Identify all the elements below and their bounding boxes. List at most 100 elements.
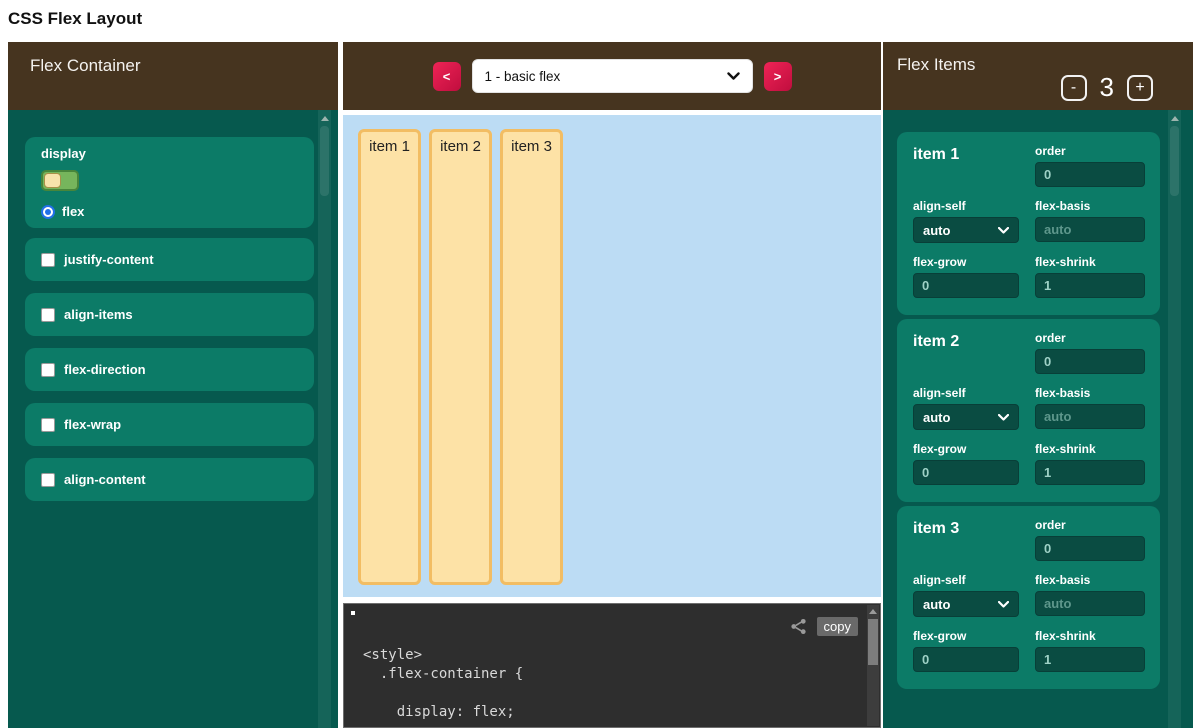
flex-basis-label: flex-basis xyxy=(1035,573,1145,587)
page-title: CSS Flex Layout xyxy=(8,9,142,29)
flex-basis-input[interactable] xyxy=(1035,217,1145,242)
item-3-card: item 3 order align-self auto flex-basis xyxy=(897,506,1160,689)
align-self-value: auto xyxy=(923,223,998,238)
preview-panel: < 1 - basic flex > item 1 item 2 item 3 … xyxy=(343,42,881,728)
flex-wrap-label: flex-wrap xyxy=(64,417,121,432)
align-self-label: align-self xyxy=(913,386,1019,400)
prev-example-button[interactable]: < xyxy=(433,62,461,91)
add-item-button[interactable]: + xyxy=(1127,75,1153,101)
align-content-checkbox[interactable] xyxy=(41,473,55,487)
code-line: display: flex; xyxy=(363,703,860,722)
flex-wrap-card[interactable]: flex-wrap xyxy=(25,403,314,446)
item-count: 3 xyxy=(1100,72,1114,103)
align-content-label: align-content xyxy=(64,472,146,487)
order-input[interactable] xyxy=(1035,349,1145,374)
right-scrollbar[interactable] xyxy=(1168,110,1181,728)
scrollbar-thumb[interactable] xyxy=(1170,126,1179,196)
justify-content-label: justify-content xyxy=(64,252,154,267)
flex-grow-input[interactable] xyxy=(913,273,1019,298)
flex-grow-label: flex-grow xyxy=(913,629,1019,643)
code-scrollbar[interactable] xyxy=(867,605,879,726)
example-select-value: 1 - basic flex xyxy=(485,69,727,84)
flex-direction-card[interactable]: flex-direction xyxy=(25,348,314,391)
flex-container-header: Flex Container xyxy=(8,42,338,110)
copy-button[interactable]: copy xyxy=(817,617,858,636)
align-items-label: align-items xyxy=(64,307,133,322)
flex-wrap-checkbox[interactable] xyxy=(41,418,55,432)
align-self-select[interactable]: auto xyxy=(913,404,1019,430)
flex-grow-input[interactable] xyxy=(913,647,1019,672)
align-self-select[interactable]: auto xyxy=(913,217,1019,243)
order-input[interactable] xyxy=(1035,162,1145,187)
flex-grow-label: flex-grow xyxy=(913,255,1019,269)
flex-container-title: Flex Container xyxy=(30,56,141,76)
flex-preview-container: item 1 item 2 item 3 xyxy=(343,115,881,597)
align-items-checkbox[interactable] xyxy=(41,308,55,322)
chevron-down-icon xyxy=(998,414,1009,421)
order-label: order xyxy=(1035,518,1145,532)
align-self-value: auto xyxy=(923,410,998,425)
display-flex-radio[interactable] xyxy=(41,205,55,219)
left-scrollbar[interactable] xyxy=(318,110,331,728)
item-1-title: item 1 xyxy=(913,144,1019,187)
align-content-card[interactable]: align-content xyxy=(25,458,314,501)
order-label: order xyxy=(1035,144,1145,158)
code-panel: copy <style> .flex-container { display: … xyxy=(343,603,881,728)
code-text: <style> .flex-container { display: flex; xyxy=(363,646,860,727)
align-self-label: align-self xyxy=(913,199,1019,213)
flex-shrink-input[interactable] xyxy=(1035,273,1145,298)
scroll-up-icon[interactable] xyxy=(1171,116,1179,121)
flex-direction-label: flex-direction xyxy=(64,362,146,377)
flex-shrink-input[interactable] xyxy=(1035,647,1145,672)
item-2-title: item 2 xyxy=(913,331,1019,374)
flex-shrink-label: flex-shrink xyxy=(1035,629,1145,643)
code-cursor-dot xyxy=(351,611,355,615)
display-card: display flex xyxy=(25,137,314,228)
item-2-card: item 2 order align-self auto flex-basis xyxy=(897,319,1160,502)
align-self-value: auto xyxy=(923,597,998,612)
flex-shrink-label: flex-shrink xyxy=(1035,255,1145,269)
code-scrollbar-thumb[interactable] xyxy=(868,619,878,665)
flex-items-title: Flex Items xyxy=(897,55,975,75)
flex-basis-input[interactable] xyxy=(1035,591,1145,616)
flex-grow-input[interactable] xyxy=(913,460,1019,485)
code-line xyxy=(363,684,860,703)
order-input[interactable] xyxy=(1035,536,1145,561)
preview-flex-item: item 1 xyxy=(358,129,421,585)
display-toggle-knob xyxy=(44,173,61,188)
item-3-title: item 3 xyxy=(913,518,1019,561)
flex-items-body: item 1 order align-self auto flex-basis xyxy=(883,110,1193,728)
flex-shrink-input[interactable] xyxy=(1035,460,1145,485)
justify-content-card[interactable]: justify-content xyxy=(25,238,314,281)
share-icon[interactable] xyxy=(789,617,808,636)
next-example-button[interactable]: > xyxy=(764,62,792,91)
example-nav-bar: < 1 - basic flex > xyxy=(343,42,881,110)
flex-container-body: display flex justify-content align-items… xyxy=(8,110,338,728)
code-line: <style> xyxy=(363,646,860,665)
item-1-card: item 1 order align-self auto flex-basis xyxy=(897,132,1160,315)
justify-content-checkbox[interactable] xyxy=(41,253,55,267)
scrollbar-thumb[interactable] xyxy=(320,126,329,196)
flex-container-panel: Flex Container display flex justify-cont… xyxy=(8,42,338,728)
flex-grow-label: flex-grow xyxy=(913,442,1019,456)
flex-basis-label: flex-basis xyxy=(1035,199,1145,213)
display-toggle[interactable] xyxy=(41,170,79,191)
scroll-up-icon[interactable] xyxy=(321,116,329,121)
chevron-down-icon xyxy=(998,227,1009,234)
radio-dot xyxy=(45,209,51,215)
align-self-label: align-self xyxy=(913,573,1019,587)
display-flex-radio-label: flex xyxy=(62,204,84,219)
display-label: display xyxy=(41,146,298,161)
order-label: order xyxy=(1035,331,1145,345)
code-line: .flex-container { xyxy=(363,665,860,684)
example-select[interactable]: 1 - basic flex xyxy=(472,59,753,93)
scroll-up-icon[interactable] xyxy=(869,609,877,614)
chevron-down-icon xyxy=(998,601,1009,608)
chevron-down-icon xyxy=(727,72,740,81)
align-items-card[interactable]: align-items xyxy=(25,293,314,336)
flex-basis-label: flex-basis xyxy=(1035,386,1145,400)
remove-item-button[interactable]: - xyxy=(1061,75,1087,101)
flex-basis-input[interactable] xyxy=(1035,404,1145,429)
align-self-select[interactable]: auto xyxy=(913,591,1019,617)
flex-direction-checkbox[interactable] xyxy=(41,363,55,377)
